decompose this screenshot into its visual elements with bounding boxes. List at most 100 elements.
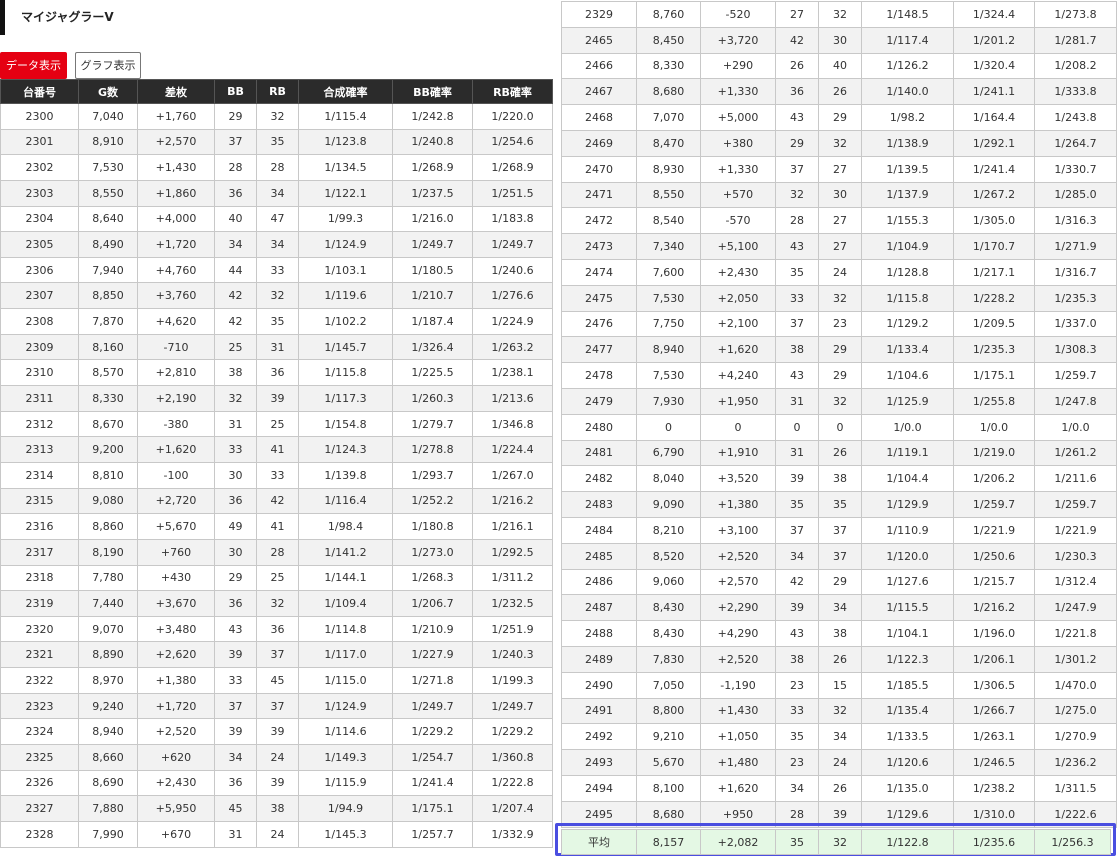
cell-machine-no: 2465 <box>561 26 637 54</box>
cell-games: 9,240 <box>78 692 138 720</box>
cell-diff: -710 <box>137 333 215 361</box>
cell-diff: +3,480 <box>137 615 215 643</box>
cell-bb-prob: 1/209.5 <box>953 310 1035 338</box>
cell-bb: 44 <box>214 256 257 284</box>
column-header-games[interactable]: G数 <box>78 79 138 104</box>
cell-machine-no: 2309 <box>0 333 79 361</box>
cell-rb-prob: 1/240.3 <box>472 641 553 669</box>
column-header-rb[interactable]: RB <box>256 79 299 104</box>
cell-combined-prob: 1/154.8 <box>298 410 393 438</box>
cell-combined-prob: 1/104.9 <box>861 233 954 260</box>
cell-bb-prob: 1/255.8 <box>953 387 1035 415</box>
cell-rb-prob: 1/285.0 <box>1034 181 1117 209</box>
column-header-bb-prob[interactable]: BB確率 <box>392 79 473 104</box>
cell-bb-prob: 1/250.6 <box>953 542 1035 570</box>
cell-games: 5,670 <box>636 749 701 776</box>
cell-games: 8,690 <box>78 769 138 797</box>
cell-bb-prob: 1/180.8 <box>392 513 473 540</box>
cell-games: 8,330 <box>636 52 701 80</box>
cell-machine-no: 2317 <box>0 538 79 566</box>
cell-bb: 33 <box>775 284 819 312</box>
cell-diff: +570 <box>700 181 776 209</box>
cell-rb-prob: 1/270.9 <box>1034 723 1117 751</box>
cell-machine-no: 2470 <box>561 155 637 183</box>
cell-diff: +2,620 <box>137 641 215 669</box>
cell-diff: +1,380 <box>700 491 776 518</box>
column-header-diff[interactable]: 差枚 <box>137 79 215 104</box>
cell-games: 8,430 <box>636 620 701 647</box>
table-row: 2478 7,530 +4,240 43 29 1/104.6 1/175.1 1/259.7 <box>561 362 1117 389</box>
cell-combined-prob: 1/117.0 <box>298 641 393 669</box>
cell-combined-prob: 1/115.8 <box>861 284 954 312</box>
column-header-rb-prob[interactable]: RB確率 <box>472 79 553 104</box>
cell-rb: 27 <box>818 233 862 260</box>
average-bb-prob: 1/235.6 <box>953 829 1035 855</box>
cell-bb: 38 <box>214 359 257 387</box>
cell-machine-no: 2492 <box>561 723 637 751</box>
cell-rb: 32 <box>818 284 862 312</box>
cell-machine-no: 2476 <box>561 310 637 338</box>
column-header-machine-no[interactable]: 台番号 <box>0 79 79 104</box>
cell-rb-prob: 1/243.8 <box>1034 104 1117 131</box>
cell-machine-no: 2489 <box>561 645 637 673</box>
cell-combined-prob: 1/109.4 <box>298 590 393 617</box>
cell-bb-prob: 1/187.4 <box>392 308 473 335</box>
table-row: 2491 8,800 +1,430 33 32 1/135.4 1/266.7 1/275.0 <box>561 697 1117 725</box>
cell-combined-prob: 1/104.1 <box>861 620 954 647</box>
cell-bb: 36 <box>214 487 257 515</box>
cell-diff: +2,520 <box>700 542 776 570</box>
cell-bb-prob: 1/237.5 <box>392 179 473 207</box>
graph-view-button[interactable]: グラフ表示 <box>75 52 141 79</box>
cell-rb: 29 <box>818 336 862 364</box>
cell-rb-prob: 1/273.8 <box>1034 1 1117 28</box>
cell-rb-prob: 1/276.6 <box>472 282 553 310</box>
cell-machine-no: 2328 <box>0 820 79 848</box>
cell-machine-no: 2491 <box>561 697 637 725</box>
cell-rb: 42 <box>256 487 299 515</box>
cell-rb: 36 <box>256 615 299 643</box>
cell-diff: +2,720 <box>137 487 215 515</box>
cell-bb-prob: 1/257.7 <box>392 820 473 848</box>
cell-diff: +5,950 <box>137 795 215 822</box>
cell-games: 0 <box>636 413 701 441</box>
column-header-combined-prob[interactable]: 合成確率 <box>298 79 393 104</box>
cell-diff: -520 <box>700 1 776 28</box>
cell-rb-prob: 1/316.7 <box>1034 258 1117 286</box>
cell-games: 7,870 <box>78 308 138 335</box>
cell-diff: +1,330 <box>700 78 776 106</box>
cell-games: 8,760 <box>636 1 701 28</box>
cell-rb: 45 <box>256 667 299 694</box>
cell-rb: 47 <box>256 205 299 233</box>
cell-rb-prob: 1/224.9 <box>472 308 553 335</box>
cell-rb: 32 <box>818 1 862 28</box>
cell-combined-prob: 1/135.4 <box>861 697 954 725</box>
data-view-button[interactable]: データ表示 <box>0 52 67 79</box>
cell-games: 7,340 <box>636 233 701 260</box>
cell-rb: 24 <box>818 749 862 776</box>
cell-bb: 33 <box>214 667 257 694</box>
cell-rb: 37 <box>256 641 299 669</box>
table-row: 2319 7,440 +3,670 36 32 1/109.4 1/206.7 1/232.5 <box>0 590 553 617</box>
table-row: 2312 8,670 -380 31 25 1/154.8 1/279.7 1/346.8 <box>0 410 553 438</box>
cell-machine-no: 2311 <box>0 385 79 412</box>
cell-games: 8,550 <box>636 181 701 209</box>
cell-bb: 23 <box>775 671 819 699</box>
column-header-bb[interactable]: BB <box>214 79 257 104</box>
cell-machine-no: 2480 <box>561 413 637 441</box>
cell-diff: +3,670 <box>137 590 215 617</box>
cell-machine-no: 2471 <box>561 181 637 209</box>
table-row: 2476 7,750 +2,100 37 23 1/129.2 1/209.5 1/337.0 <box>561 310 1117 338</box>
cell-bb: 32 <box>775 181 819 209</box>
cell-games: 8,930 <box>636 155 701 183</box>
cell-machine-no: 2488 <box>561 620 637 647</box>
cell-rb-prob: 1/264.7 <box>1034 129 1117 157</box>
cell-games: 7,600 <box>636 258 701 286</box>
cell-diff: +1,950 <box>700 387 776 415</box>
cell-games: 8,800 <box>636 697 701 725</box>
cell-rb-prob: 1/311.2 <box>472 564 553 592</box>
cell-bb: 26 <box>775 52 819 80</box>
cell-combined-prob: 1/145.3 <box>298 820 393 848</box>
cell-combined-prob: 1/122.1 <box>298 179 393 207</box>
cell-diff: +620 <box>137 744 215 771</box>
cell-machine-no: 2486 <box>561 568 637 596</box>
